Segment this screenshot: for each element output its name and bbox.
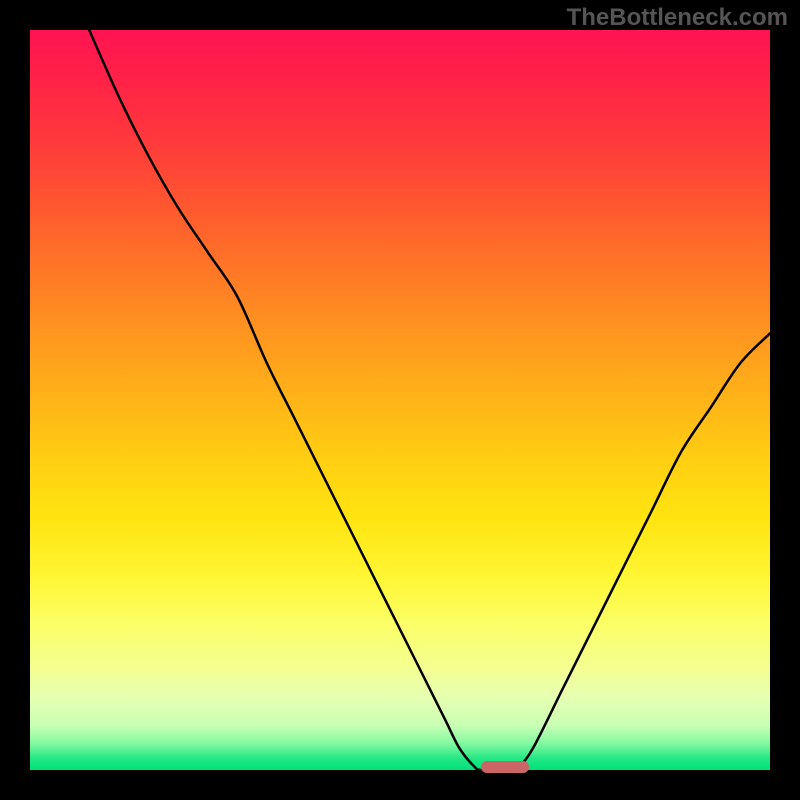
credit-watermark: TheBottleneck.com (567, 4, 788, 32)
chart-frame: TheBottleneck.com (0, 0, 800, 800)
plot-area (30, 30, 770, 770)
optimal-marker (481, 761, 529, 773)
bottleneck-curve (89, 30, 770, 770)
curve-overlay (30, 30, 770, 770)
